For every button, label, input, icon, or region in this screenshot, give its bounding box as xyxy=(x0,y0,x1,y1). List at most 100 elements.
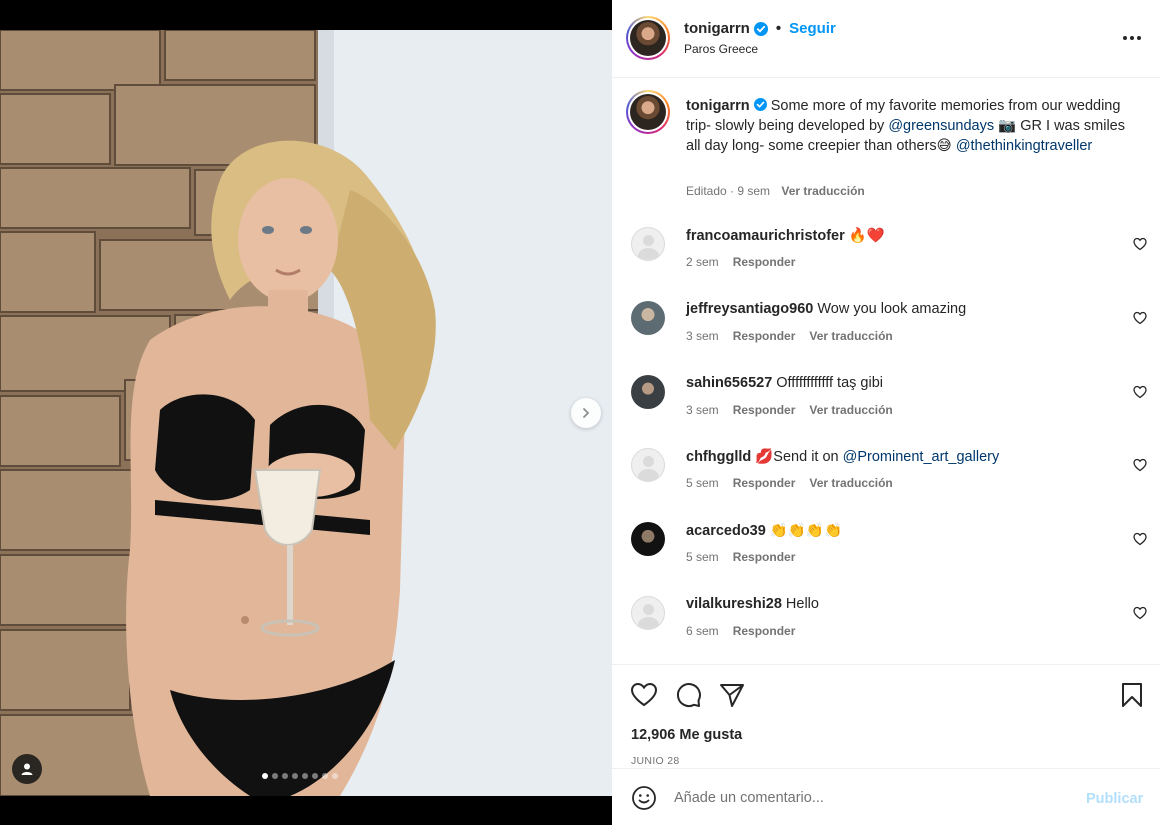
verified-badge-icon xyxy=(753,21,768,36)
mention-link[interactable]: @Prominent_art_gallery xyxy=(843,449,1000,465)
commenter-username[interactable]: francoamaurichristofer xyxy=(686,228,845,244)
comment-time: 2 sem xyxy=(686,255,719,269)
comment-like-heart-icon[interactable] xyxy=(1133,311,1147,325)
comment-meta: 6 sem Responder xyxy=(686,624,809,638)
commenter-avatar[interactable] xyxy=(631,227,665,261)
mention-link[interactable]: @greensundays xyxy=(888,118,994,134)
commenter-avatar[interactable] xyxy=(631,448,665,483)
share-paper-plane-icon[interactable] xyxy=(718,681,746,709)
commenter-avatar[interactable] xyxy=(631,522,665,557)
comment-text: 💋Send it on xyxy=(755,449,843,466)
comment-meta: 2 sem Responder xyxy=(686,255,809,269)
commenter-avatar[interactable] xyxy=(631,374,665,409)
post-header: tonigarrn • Seguir Paros Greece xyxy=(612,0,1160,78)
comment-meta: 5 sem Responder Ver traducción xyxy=(686,476,907,490)
follow-button[interactable]: Seguir xyxy=(789,20,836,37)
like-heart-icon[interactable] xyxy=(630,681,658,709)
see-translation-link[interactable]: Ver traducción xyxy=(809,476,892,490)
comment-time: 5 sem xyxy=(686,550,719,565)
comment-text: Hello xyxy=(785,596,819,612)
comment-time: 3 sem xyxy=(686,328,719,343)
media-viewer xyxy=(0,0,612,825)
comment-row: jeffreysantiago960 Wow you look amazing 3 … xyxy=(612,300,1160,361)
likes-count[interactable]: 12,906 Me gusta xyxy=(631,727,742,743)
more-options-button[interactable] xyxy=(1118,26,1146,50)
carousel-dot xyxy=(302,773,308,779)
comment-meta: 3 sem Responder Ver traducción xyxy=(686,329,907,343)
comment-row: chfhgglld 💋Send it on @Prominent_art_gall… xyxy=(612,448,1160,508)
commenter-username[interactable]: sahin656527 xyxy=(686,375,772,391)
post-location[interactable]: Paros Greece xyxy=(684,42,758,56)
photo-illustration xyxy=(0,30,612,796)
comment-row: sahin656527 Offffffffffff taş gibi 3 sem Re… xyxy=(612,374,1160,435)
comment-text: 👏👏👏👏 xyxy=(769,523,843,540)
carousel-dot xyxy=(262,773,268,779)
commenter-avatar[interactable] xyxy=(631,596,665,630)
comment-bubble-icon[interactable] xyxy=(674,681,702,709)
carousel-dot xyxy=(272,773,278,779)
caption-text: tonigarrn Some more of my favorite memor… xyxy=(686,96,1136,156)
author-line: tonigarrn • Seguir xyxy=(684,20,836,37)
comment-like-heart-icon[interactable] xyxy=(1133,532,1147,546)
comment-input[interactable] xyxy=(674,783,1074,813)
dot-icon xyxy=(1130,36,1134,40)
commenter-username[interactable]: chfhgglld xyxy=(686,449,751,465)
reply-button[interactable]: Responder xyxy=(733,403,796,417)
user-icon xyxy=(21,763,33,775)
comment-composer: Publicar xyxy=(612,768,1160,825)
reply-button[interactable]: Responder xyxy=(733,329,796,343)
comment-body: vilalkureshi28 Hello xyxy=(686,596,1116,612)
caption-meta: Editado · 9 sem Ver traducción xyxy=(686,184,865,198)
comment-time: 5 sem xyxy=(686,476,719,491)
carousel-indicator xyxy=(262,773,338,779)
tagged-users-button[interactable] xyxy=(12,754,42,784)
reply-button[interactable]: Responder xyxy=(733,476,796,490)
comment-meta: 3 sem Responder Ver traducción xyxy=(686,403,907,417)
commenter-username[interactable]: acarcedo39 xyxy=(686,523,766,539)
comment-time: 6 sem xyxy=(686,624,719,638)
commenter-avatar[interactable] xyxy=(631,300,665,335)
reply-button[interactable]: Responder xyxy=(733,255,796,269)
mention-link[interactable]: @thethinkingtraveller xyxy=(956,138,1092,154)
carousel-dot xyxy=(292,773,298,779)
commenter-username[interactable]: vilalkureshi28 xyxy=(686,596,782,612)
comment-like-heart-icon[interactable] xyxy=(1133,606,1147,620)
comment-row: acarcedo39 👏👏👏👏 5 sem Responder xyxy=(612,522,1160,582)
separator-dot: • xyxy=(775,20,782,37)
reply-button[interactable]: Responder xyxy=(733,624,796,638)
comment-body: sahin656527 Offffffffffff taş gibi xyxy=(686,375,1116,391)
comment-text: Wow you look amazing xyxy=(817,300,967,317)
comments-scroll-area[interactable]: tonigarrn Some more of my favorite memor… xyxy=(612,78,1160,664)
reply-button[interactable]: Responder xyxy=(733,550,796,564)
chevron-right-icon xyxy=(583,408,590,418)
comment-body: acarcedo39 👏👏👏👏 xyxy=(686,522,1116,539)
post-date: JUNIO 28 xyxy=(631,755,680,767)
comment-body: francoamaurichristofer 🔥❤️ xyxy=(686,227,1116,244)
next-slide-button[interactable] xyxy=(571,398,601,428)
comment-like-heart-icon[interactable] xyxy=(1133,385,1147,399)
commenter-username[interactable]: jeffreysantiago960 xyxy=(686,301,813,317)
post-panel: tonigarrn • Seguir Paros Greece tonigarr… xyxy=(612,0,1160,825)
author-avatar[interactable] xyxy=(626,16,670,60)
post-photo[interactable] xyxy=(0,30,612,796)
caption-time: Editado · 9 sem xyxy=(686,184,771,198)
see-translation-link[interactable]: Ver traducción xyxy=(809,403,892,417)
caption-username[interactable]: tonigarrn xyxy=(686,98,750,114)
comment-body: chfhgglld 💋Send it on @Prominent_art_gall… xyxy=(686,448,1116,465)
emoji-icon[interactable] xyxy=(631,785,657,811)
carousel-dot xyxy=(282,773,288,779)
comment-time: 3 sem xyxy=(686,402,719,417)
publish-button[interactable]: Publicar xyxy=(1086,791,1143,807)
author-username[interactable]: tonigarrn xyxy=(684,20,750,37)
caption-author-avatar[interactable] xyxy=(626,90,670,134)
comment-text: Offffffffffff taş gibi xyxy=(776,374,883,391)
comment-meta: 5 sem Responder xyxy=(686,550,809,564)
post-actions: 12,906 Me gusta JUNIO 28 xyxy=(612,664,1160,768)
comment-text: 🔥❤️ xyxy=(848,228,885,244)
save-bookmark-icon[interactable] xyxy=(1118,681,1146,709)
comment-row: vilalkureshi28 Hello 6 sem Responder xyxy=(612,596,1160,656)
see-translation-link[interactable]: Ver traducción xyxy=(809,329,892,343)
comment-like-heart-icon[interactable] xyxy=(1133,458,1147,472)
see-translation-link[interactable]: Ver traducción xyxy=(781,184,864,198)
comment-like-heart-icon[interactable] xyxy=(1133,237,1147,251)
